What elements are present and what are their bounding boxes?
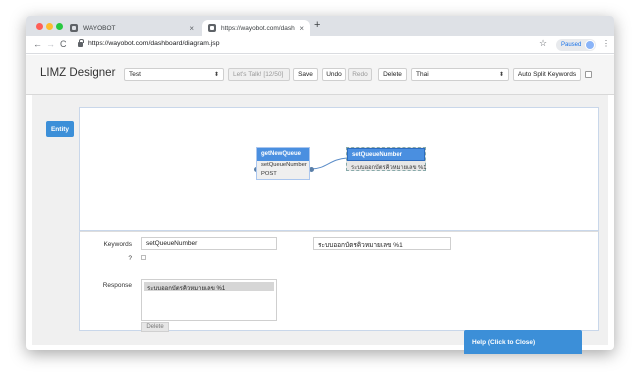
- robot-favicon-icon: [70, 24, 78, 32]
- keywords-label: Keywords: [103, 241, 132, 248]
- dropdown-arrow-icon: ⬍: [213, 72, 219, 78]
- language-select-value: Thai: [416, 71, 429, 78]
- question-checkbox[interactable]: [141, 255, 146, 260]
- lets-talk-button[interactable]: Let's Talk! [12/50]: [228, 68, 290, 81]
- list-item[interactable]: ระบบออกบัตรคิวหมายเลข %1: [144, 282, 274, 292]
- close-icon[interactable]: ×: [299, 24, 304, 33]
- project-select[interactable]: Test ⬍: [124, 68, 224, 81]
- close-icon[interactable]: ×: [189, 24, 194, 33]
- star-icon[interactable]: ☆: [539, 38, 547, 49]
- profile-status-label: Paused: [561, 42, 582, 48]
- keywords-input[interactable]: setQueueNumber: [141, 237, 277, 250]
- main-panel: Entity getNewQueue setQueueNumber POST s…: [32, 95, 608, 345]
- close-window-button[interactable]: [36, 23, 43, 30]
- lock-icon: [78, 39, 84, 47]
- response-label: Response: [102, 282, 132, 289]
- save-button[interactable]: Save: [293, 68, 318, 81]
- node-row: setQueueNumber: [261, 162, 307, 168]
- reload-icon[interactable]: C: [60, 39, 67, 49]
- keywords-input-secondary[interactable]: ระบบออกบัตรคิวหมายเลข %1: [313, 237, 451, 250]
- response-list[interactable]: ระบบออกบัตรคิวหมายเลข %1: [141, 279, 277, 321]
- entity-button[interactable]: Entity: [46, 121, 74, 137]
- back-arrow-icon[interactable]: ←: [33, 39, 42, 49]
- tab-title: https://wayobot.com/dashboar: [221, 24, 295, 32]
- delete-response-button[interactable]: Delete: [141, 322, 169, 332]
- tab-strip: WAYOBOT × https://wayobot.com/dashboar ×…: [26, 16, 614, 36]
- new-tab-button[interactable]: +: [314, 19, 320, 31]
- app-title: LIMZ Designer: [40, 67, 116, 79]
- avatar: [585, 40, 595, 50]
- node-setqueuenumber[interactable]: setQueueNumber ระบบออกบัตรคิวหมายเลข %1: [346, 147, 427, 171]
- browser-toolbar: ← → C https://wayobot.com/dashboard/diag…: [26, 36, 614, 54]
- tab-dashboard[interactable]: https://wayobot.com/dashboar ×: [202, 20, 310, 36]
- maximize-window-button[interactable]: [56, 23, 63, 30]
- connector-line: [310, 157, 348, 170]
- profile-status-button[interactable]: Paused: [556, 39, 596, 51]
- node-row: POST: [261, 171, 277, 177]
- node-title: setQueueNumber: [347, 148, 425, 161]
- minimize-window-button[interactable]: [46, 23, 53, 30]
- robot-favicon-icon: [208, 24, 216, 32]
- app-header: LIMZ Designer Test ⬍ Let's Talk! [12/50]…: [26, 55, 614, 95]
- forward-arrow-icon[interactable]: →: [46, 39, 55, 49]
- redo-button[interactable]: Redo: [348, 68, 372, 81]
- address-bar[interactable]: https://wayobot.com/dashboard/diagram.js…: [88, 40, 219, 47]
- language-select[interactable]: Thai ⬍: [411, 68, 509, 81]
- dropdown-arrow-icon: ⬍: [498, 72, 504, 78]
- menu-dots-icon[interactable]: ⋮: [602, 39, 610, 48]
- delete-button[interactable]: Delete: [378, 68, 407, 81]
- diagram-canvas[interactable]: getNewQueue setQueueNumber POST setQueue…: [79, 107, 599, 242]
- tab-title: WAYOBOT: [83, 24, 116, 32]
- node-getnewqueue[interactable]: getNewQueue setQueueNumber POST: [256, 147, 310, 180]
- question-label: ?: [128, 255, 132, 262]
- auto-split-checkbox[interactable]: [585, 71, 592, 78]
- project-select-value: Test: [129, 71, 141, 78]
- node-title: getNewQueue: [257, 148, 309, 161]
- tab-wayobot[interactable]: WAYOBOT ×: [64, 20, 200, 36]
- browser-window: WAYOBOT × https://wayobot.com/dashboar ×…: [26, 16, 614, 350]
- node-properties-form: Keywords setQueueNumber ระบบออกบัตรคิวหม…: [79, 231, 599, 332]
- auto-split-keywords-button[interactable]: Auto Split Keywords: [513, 68, 581, 81]
- node-row: ระบบออกบัตรคิวหมายเลข %1: [351, 165, 427, 171]
- undo-button[interactable]: Undo: [322, 68, 346, 81]
- help-button[interactable]: Help (Click to Close): [464, 330, 582, 354]
